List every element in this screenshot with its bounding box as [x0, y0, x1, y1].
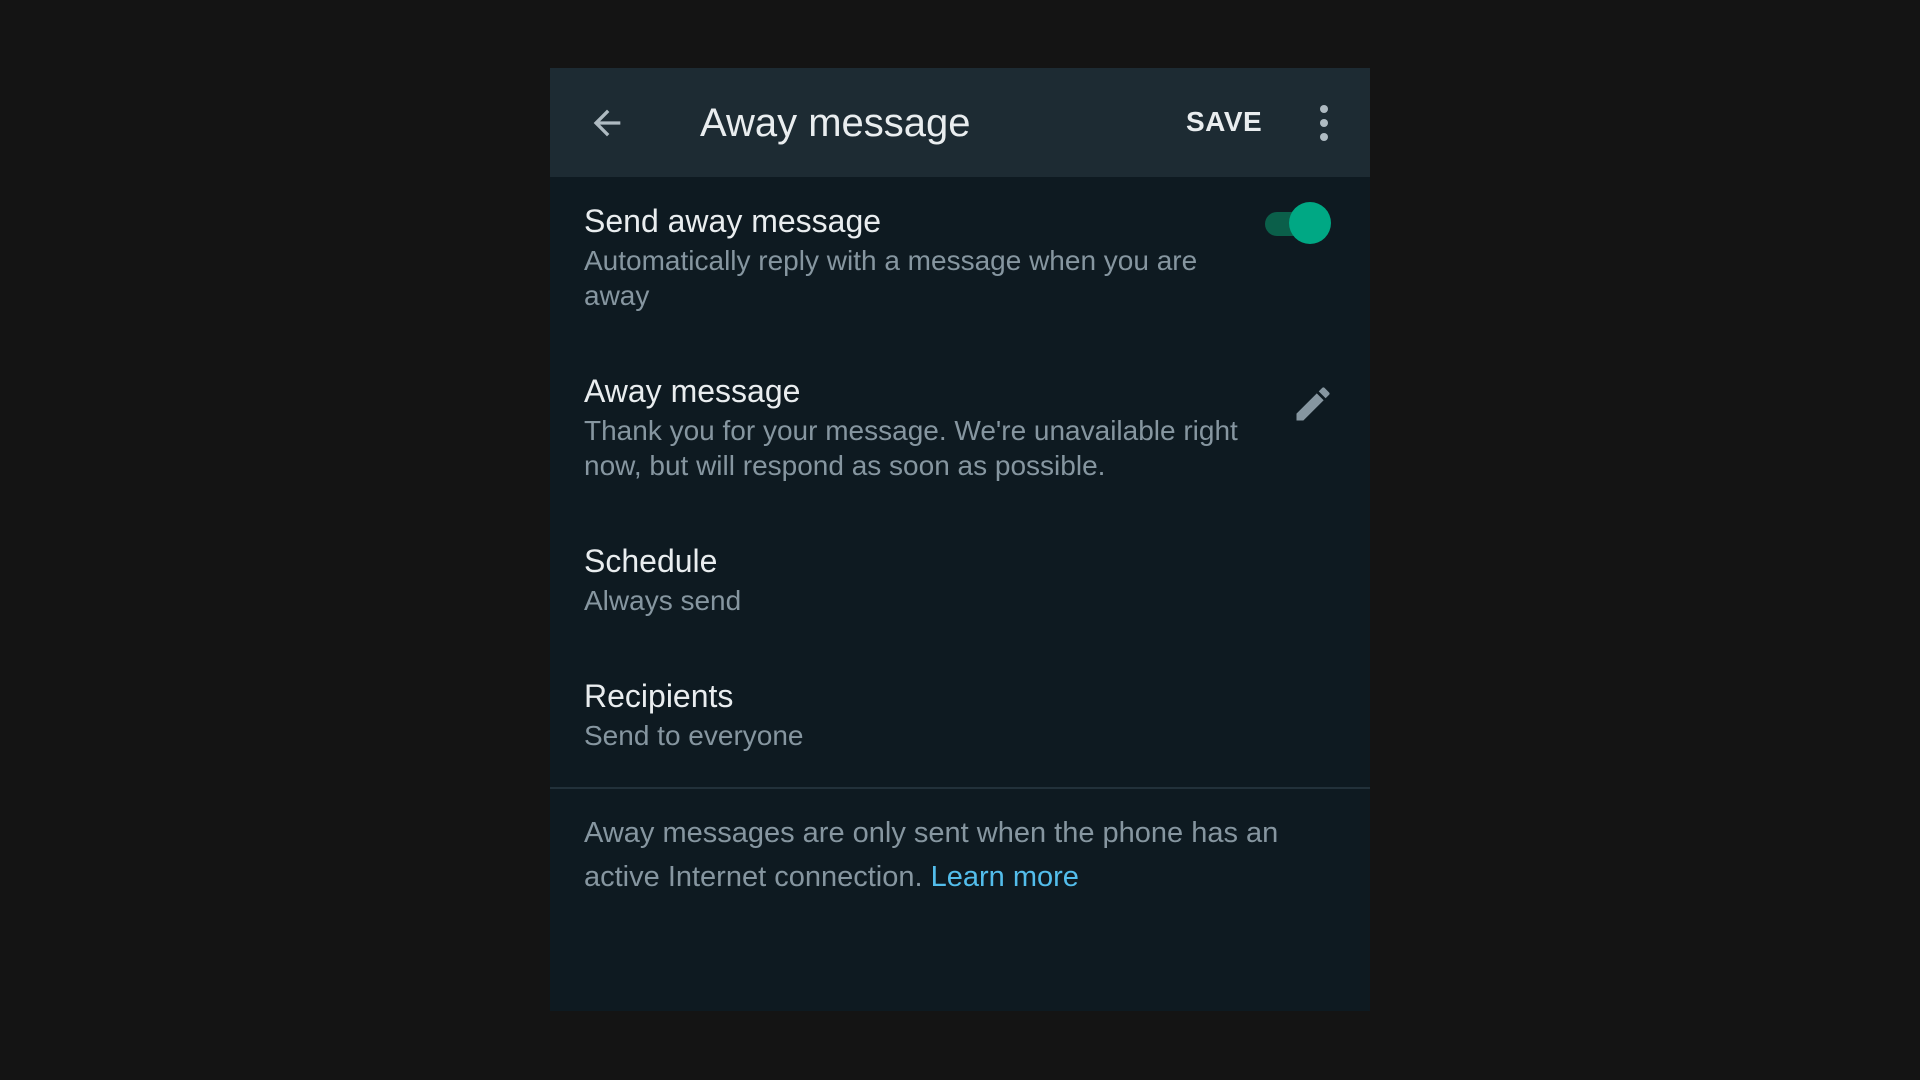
send-away-message-title: Send away message	[584, 203, 882, 239]
page-title: Away message	[700, 101, 971, 145]
schedule-row[interactable]: Schedule Always send	[550, 541, 1370, 641]
app-bar: Away message SAVE	[550, 68, 1370, 177]
send-away-message-toggle[interactable]	[1263, 200, 1331, 244]
recipients-title: Recipients	[584, 678, 734, 714]
send-away-message-row[interactable]: Send away message Automatically reply wi…	[550, 201, 1370, 371]
more-options-button[interactable]	[1306, 98, 1342, 148]
back-button[interactable]	[582, 98, 632, 148]
schedule-value: Always send	[584, 585, 742, 616]
edit-away-message-button[interactable]	[1288, 379, 1338, 429]
send-away-message-subtitle: Automatically reply with a message when …	[584, 245, 1198, 311]
more-vertical-icon	[1320, 105, 1328, 141]
toggle-knob	[1289, 202, 1331, 244]
footer-note: Away messages are only sent when the pho…	[584, 811, 1344, 899]
schedule-title: Schedule	[584, 543, 718, 579]
away-message-title: Away message	[584, 373, 801, 409]
divider	[550, 787, 1370, 789]
away-message-row[interactable]: Away message Thank you for your message.…	[550, 371, 1370, 506]
arrow-left-icon	[593, 109, 621, 137]
away-message-text: Thank you for your message. We're unavai…	[584, 415, 1238, 481]
save-button[interactable]: SAVE	[1186, 100, 1262, 144]
recipients-value: Send to everyone	[584, 720, 804, 751]
learn-more-link[interactable]: Learn more	[931, 861, 1079, 893]
recipients-row[interactable]: Recipients Send to everyone	[550, 676, 1370, 776]
pencil-icon	[1296, 387, 1330, 421]
phone-screen: Away message SAVE Send away message Auto…	[550, 68, 1370, 1011]
